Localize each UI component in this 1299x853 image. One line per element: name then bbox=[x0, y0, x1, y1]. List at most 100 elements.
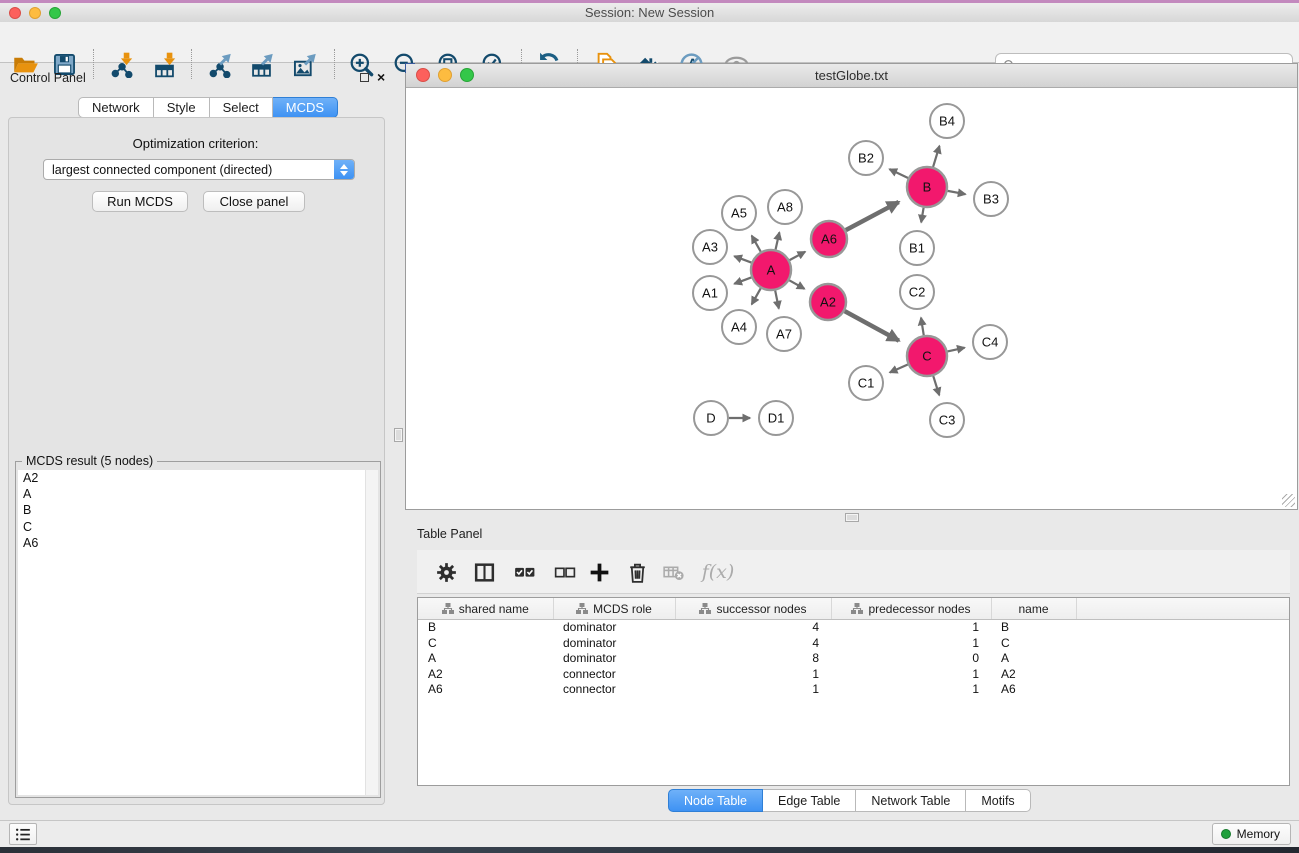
graph-node-A8[interactable]: A8 bbox=[768, 190, 802, 224]
tab-network-table[interactable]: Network Table bbox=[856, 789, 966, 812]
table-cell[interactable]: 1 bbox=[675, 682, 831, 698]
graph-node-C1[interactable]: C1 bbox=[849, 366, 883, 400]
deselect-all-button[interactable] bbox=[548, 556, 580, 588]
graph-edge-A-A8[interactable] bbox=[776, 232, 780, 249]
destroy-table-button[interactable] bbox=[657, 556, 689, 588]
table-cell[interactable]: A2 bbox=[418, 667, 553, 683]
gear-button[interactable] bbox=[430, 556, 462, 588]
graph-edge-C-C4[interactable] bbox=[947, 348, 964, 352]
columns-button[interactable] bbox=[468, 556, 500, 588]
tab-edge-table[interactable]: Edge Table bbox=[763, 789, 856, 812]
tab-style[interactable]: Style bbox=[154, 97, 210, 118]
table-cell[interactable]: 1 bbox=[675, 667, 831, 683]
table-cell[interactable]: A bbox=[418, 651, 553, 667]
graph-node-C[interactable]: C bbox=[907, 336, 947, 376]
graph-node-B[interactable]: B bbox=[907, 167, 947, 207]
graph-node-D[interactable]: D bbox=[694, 401, 728, 435]
memory-button[interactable]: Memory bbox=[1212, 823, 1291, 845]
table-cell[interactable]: 4 bbox=[675, 636, 831, 652]
tab-network[interactable]: Network bbox=[78, 97, 154, 118]
graph-edge-A-A5[interactable] bbox=[752, 236, 761, 252]
graph-node-A[interactable]: A bbox=[751, 250, 791, 290]
table-cell[interactable]: 1 bbox=[831, 682, 991, 698]
column-header-name[interactable]: name bbox=[991, 598, 1076, 620]
graph-edge-B-B1[interactable] bbox=[921, 208, 923, 223]
resize-grip-icon[interactable] bbox=[1282, 494, 1295, 507]
horizontal-splitter-grip[interactable] bbox=[845, 513, 859, 522]
graph-edge-A-A2[interactable] bbox=[789, 280, 804, 289]
graph-node-B2[interactable]: B2 bbox=[849, 141, 883, 175]
graph-node-B3[interactable]: B3 bbox=[974, 182, 1008, 216]
tab-motifs[interactable]: Motifs bbox=[966, 789, 1030, 812]
tab-node-table[interactable]: Node Table bbox=[668, 789, 763, 812]
table-row[interactable]: Cdominator41C bbox=[418, 636, 1289, 652]
graph-node-A4[interactable]: A4 bbox=[722, 310, 756, 344]
graph-edge-A-A1[interactable] bbox=[734, 277, 751, 283]
vertical-splitter-grip[interactable] bbox=[394, 428, 403, 442]
mcds-result-item[interactable]: C bbox=[18, 519, 378, 535]
delete-button[interactable] bbox=[621, 556, 653, 588]
close-panel-button[interactable]: Close panel bbox=[203, 191, 305, 212]
close-panel-icon[interactable]: × bbox=[377, 72, 385, 82]
network-canvas[interactable]: B4B2BB3A5A8A6A3B1AA1C2A2A4A7C4CC1C3DD1 bbox=[406, 88, 1297, 509]
graph-node-A3[interactable]: A3 bbox=[693, 230, 727, 264]
mcds-result-item[interactable]: A bbox=[18, 486, 378, 502]
table-cell[interactable]: 1 bbox=[831, 620, 991, 636]
table-cell[interactable]: dominator bbox=[553, 620, 675, 636]
table-cell[interactable]: B bbox=[418, 620, 553, 636]
table-cell[interactable]: A6 bbox=[418, 682, 553, 698]
graph-node-B4[interactable]: B4 bbox=[930, 104, 964, 138]
table-cell[interactable]: C bbox=[991, 636, 1076, 652]
graph-node-A7[interactable]: A7 bbox=[767, 317, 801, 351]
float-panel-icon[interactable] bbox=[360, 73, 369, 82]
column-header-predecessor-nodes[interactable]: predecessor nodes bbox=[831, 598, 991, 620]
tab-select[interactable]: Select bbox=[210, 97, 273, 118]
graph-edge-A-A4[interactable] bbox=[752, 288, 761, 304]
graph-edge-A-A3[interactable] bbox=[734, 256, 751, 262]
column-header-MCDS-role[interactable]: MCDS role bbox=[553, 598, 675, 620]
graph-node-A6[interactable]: A6 bbox=[811, 221, 847, 257]
graph-edge-B-B3[interactable] bbox=[948, 191, 966, 194]
table-cell[interactable]: 8 bbox=[675, 651, 831, 667]
mcds-result-list[interactable]: A2ABCA6 bbox=[18, 470, 378, 795]
table-row[interactable]: A2connector11A2 bbox=[418, 667, 1289, 683]
mcds-result-item[interactable]: A2 bbox=[18, 470, 378, 486]
run-mcds-button[interactable]: Run MCDS bbox=[92, 191, 188, 212]
table-row[interactable]: Adominator80A bbox=[418, 651, 1289, 667]
graph-node-C3[interactable]: C3 bbox=[930, 403, 964, 437]
graph-edge-A2-C[interactable] bbox=[845, 311, 899, 341]
task-history-button[interactable] bbox=[9, 823, 37, 845]
table-row[interactable]: A6connector11A6 bbox=[418, 682, 1289, 698]
fx-button[interactable]: f(x) bbox=[698, 556, 738, 588]
table-cell[interactable]: 4 bbox=[675, 620, 831, 636]
criterion-dropdown[interactable]: largest connected component (directed) bbox=[43, 159, 355, 180]
table-cell[interactable]: connector bbox=[553, 667, 675, 683]
graph-node-A1[interactable]: A1 bbox=[693, 276, 727, 310]
graph-edge-A6-B[interactable] bbox=[846, 202, 899, 230]
graph-edge-A-A6[interactable] bbox=[790, 252, 806, 260]
table-cell[interactable]: A bbox=[991, 651, 1076, 667]
table-cell[interactable]: A6 bbox=[991, 682, 1076, 698]
graph-edge-B-B4[interactable] bbox=[933, 146, 939, 167]
table-cell[interactable]: dominator bbox=[553, 636, 675, 652]
mcds-result-item[interactable]: A6 bbox=[18, 535, 378, 551]
table-cell[interactable]: A2 bbox=[991, 667, 1076, 683]
graph-edge-C-C3[interactable] bbox=[933, 376, 939, 395]
column-header-successor-nodes[interactable]: successor nodes bbox=[675, 598, 831, 620]
table-row[interactable]: Bdominator41B bbox=[418, 620, 1289, 636]
add-button[interactable] bbox=[583, 556, 615, 588]
table-cell[interactable]: C bbox=[418, 636, 553, 652]
graph-edge-A-A7[interactable] bbox=[775, 291, 779, 309]
graph-node-C2[interactable]: C2 bbox=[900, 275, 934, 309]
graph-edge-B-B2[interactable] bbox=[889, 169, 908, 178]
table-cell[interactable]: B bbox=[991, 620, 1076, 636]
graph-node-B1[interactable]: B1 bbox=[900, 231, 934, 265]
graph-node-A5[interactable]: A5 bbox=[722, 196, 756, 230]
table-cell[interactable]: connector bbox=[553, 682, 675, 698]
select-all-button[interactable] bbox=[508, 556, 540, 588]
mcds-result-item[interactable]: B bbox=[18, 502, 378, 518]
graph-edge-C-C2[interactable] bbox=[921, 318, 924, 336]
tab-mcds[interactable]: MCDS bbox=[273, 97, 338, 118]
graph-node-D1[interactable]: D1 bbox=[759, 401, 793, 435]
table-cell[interactable]: dominator bbox=[553, 651, 675, 667]
